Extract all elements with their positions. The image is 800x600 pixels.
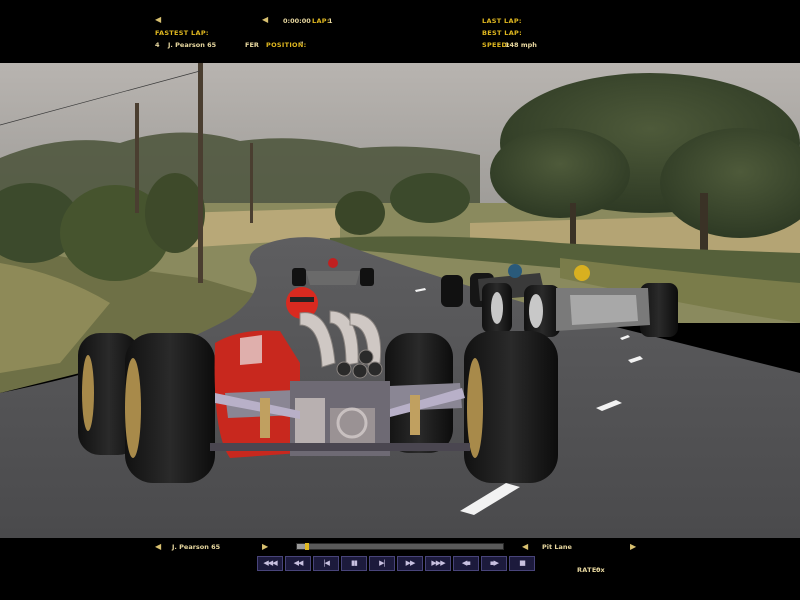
stop-button[interactable]: ■ <box>509 556 535 571</box>
skip-to-start-button[interactable]: ◀◀◀ <box>257 556 283 571</box>
fastest-lap-label: Fastest Lap: <box>155 29 209 37</box>
last-lap-label: Last Lap: <box>482 17 522 25</box>
fastest-lap-driver: J. Pearson 65 <box>168 41 217 49</box>
race-scene <box>0 63 800 538</box>
previous-location-button[interactable]: ◀ <box>522 543 528 551</box>
skip-to-end-button[interactable]: ▶▶▶ <box>425 556 451 571</box>
next-location-button[interactable]: ▶ <box>630 543 636 551</box>
previous-driver-arrow-icon[interactable]: ◀ <box>155 16 161 24</box>
race-scene-view <box>0 63 800 538</box>
replay-controls: ◀◀◀ ◀◀ |◀ ▮▮ ▶| ▶▶ ▶▶▶ ◀▪ ▪▶ ■ <box>257 556 535 571</box>
replay-progress-slider[interactable] <box>296 543 504 550</box>
best-lap-label: Best Lap: <box>482 29 523 37</box>
previous-camera-button[interactable]: ◀▪ <box>453 556 479 571</box>
race-time: 0:00:00 <box>283 17 311 25</box>
pause-button[interactable]: ▮▮ <box>341 556 367 571</box>
timer-arrow-icon: ◀ <box>262 15 269 24</box>
fastest-lap-team: FER <box>245 41 259 49</box>
step-forward-button[interactable]: ▶| <box>369 556 395 571</box>
fastest-lap-number: 4 <box>155 41 160 49</box>
replay-progress-knob[interactable] <box>305 543 310 550</box>
previous-driver-button[interactable]: ◀ <box>155 543 161 551</box>
lap-value: 1 <box>328 17 333 25</box>
replay-location: Pit Lane <box>542 543 572 551</box>
top-hud: ◀ ◀ 0:00:00 Lap: 1 Fastest Lap: 4 J. Pea… <box>0 0 800 63</box>
rate-value: 0x <box>596 566 605 574</box>
fast-rewind-button[interactable]: ◀◀ <box>285 556 311 571</box>
next-camera-button[interactable]: ▪▶ <box>481 556 507 571</box>
fast-forward-button[interactable]: ▶▶ <box>397 556 423 571</box>
next-driver-button[interactable]: ▶ <box>262 543 268 551</box>
replay-driver-name: J. Pearson 65 <box>172 543 221 551</box>
speed-value: 148 mph <box>505 41 537 49</box>
rewind-button[interactable]: |◀ <box>313 556 339 571</box>
position-value: " <box>300 40 304 48</box>
